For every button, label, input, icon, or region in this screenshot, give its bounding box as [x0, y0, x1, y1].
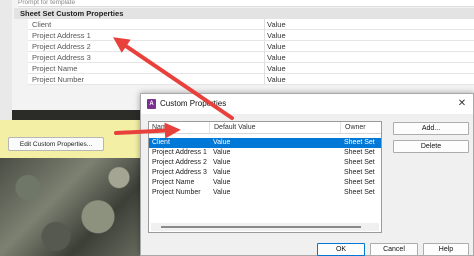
edit-custom-properties-button[interactable]: Edit Custom Properties... — [8, 137, 104, 151]
list-row[interactable]: Project Address 3 Value Sheet Set — [149, 168, 381, 178]
property-value[interactable]: Value — [264, 41, 474, 52]
property-row[interactable]: Client Value — [28, 19, 474, 30]
section-header[interactable]: Sheet Set Custom Properties — [14, 8, 474, 19]
property-row[interactable]: Project Name Value — [28, 63, 474, 74]
properties-list[interactable]: Name Default Value Owner Client Value Sh… — [148, 121, 382, 233]
property-row[interactable]: Project Address 1 Value — [28, 30, 474, 41]
column-header-owner[interactable]: Owner — [340, 122, 381, 134]
scrollbar-thumb[interactable] — [161, 226, 361, 228]
property-row[interactable]: Project Number Value — [28, 74, 474, 85]
column-header-name[interactable]: Name — [149, 122, 209, 134]
add-button[interactable]: Add... — [393, 122, 469, 135]
row-name: Project Address 2 — [152, 159, 207, 166]
row-name: Project Number — [152, 189, 201, 196]
list-row[interactable]: Project Address 1 Value Sheet Set — [149, 148, 381, 158]
row-value: Value — [213, 189, 231, 196]
row-owner: Sheet Set — [344, 179, 375, 186]
aerial-image — [0, 158, 140, 256]
row-name: Client — [152, 139, 170, 146]
row-name: Project Address 3 — [152, 169, 207, 176]
property-value[interactable]: Value — [264, 52, 474, 63]
row-value: Value — [213, 149, 231, 156]
row-value: Value — [213, 179, 231, 186]
list-row[interactable]: Project Name Value Sheet Set — [149, 178, 381, 188]
row-owner: Sheet Set — [344, 159, 375, 166]
list-row[interactable]: Client Value Sheet Set — [149, 138, 381, 148]
property-value[interactable]: Value — [264, 30, 474, 41]
app-icon: A — [147, 99, 156, 109]
row-owner: Sheet Set — [344, 139, 375, 146]
property-row[interactable]: Project Address 2 Value — [28, 41, 474, 52]
row-owner: Sheet Set — [344, 149, 375, 156]
property-name: Project Address 3 — [32, 53, 91, 62]
help-button[interactable]: Help — [423, 243, 469, 256]
dialog-titlebar[interactable]: A Custom Properties ✕ — [141, 94, 473, 114]
row-owner: Sheet Set — [344, 169, 375, 176]
property-value[interactable]: Value — [264, 74, 474, 85]
column-header-default-value[interactable]: Default Value — [209, 122, 340, 134]
close-icon[interactable]: ✕ — [455, 97, 469, 111]
property-name: Client — [32, 20, 52, 29]
row-owner: Sheet Set — [344, 189, 375, 196]
horizontal-scrollbar[interactable] — [151, 223, 379, 231]
property-value[interactable]: Value — [264, 19, 474, 30]
list-row[interactable]: Project Number Value Sheet Set — [149, 188, 381, 198]
property-name: Project Address 1 — [32, 31, 91, 40]
cancel-button[interactable]: Cancel — [370, 243, 418, 256]
delete-button[interactable]: Delete — [393, 140, 469, 153]
property-name: Project Name — [32, 64, 78, 73]
property-row[interactable]: Project Address 3 Value — [28, 52, 474, 63]
dialog-title: Custom Properties — [160, 99, 227, 108]
row-value: Value — [213, 159, 231, 166]
row-name: Project Name — [152, 179, 195, 186]
row-value: Value — [213, 169, 231, 176]
property-name: Project Number — [32, 75, 85, 84]
property-name: Project Address 2 — [32, 42, 91, 51]
custom-properties-dialog: A Custom Properties ✕ Name Default Value… — [140, 93, 474, 256]
row-name: Project Address 1 — [152, 149, 207, 156]
prompt-template-row: Prompt for template — [18, 0, 474, 7]
property-value[interactable]: Value — [264, 63, 474, 74]
row-value: Value — [213, 139, 231, 146]
list-row[interactable]: Project Address 2 Value Sheet Set — [149, 158, 381, 168]
ok-button[interactable]: OK — [317, 243, 365, 256]
